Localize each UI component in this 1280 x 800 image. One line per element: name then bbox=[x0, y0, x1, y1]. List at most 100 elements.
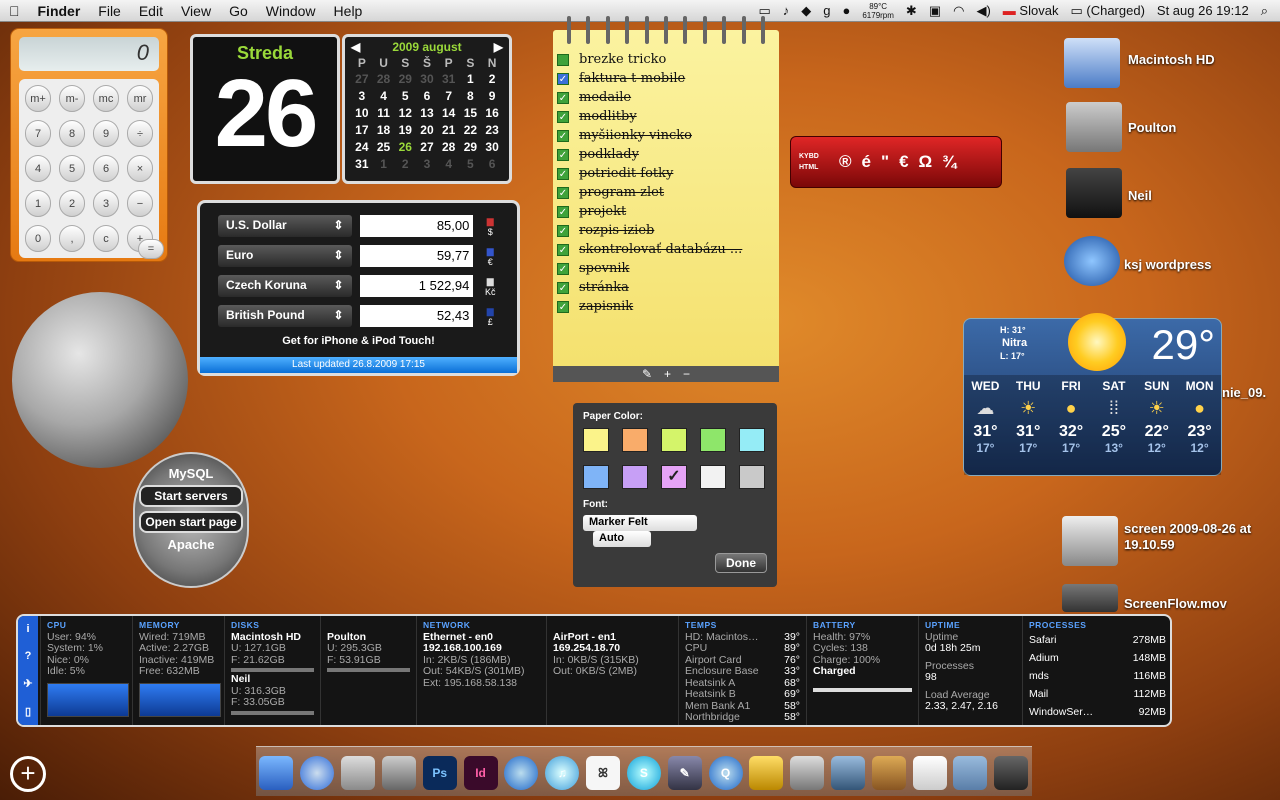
iphoto-icon[interactable] bbox=[831, 756, 865, 790]
phone-icon[interactable]: ▯ bbox=[25, 705, 31, 718]
todo-item[interactable]: ✓ skontrolovať databázu ... bbox=[557, 240, 779, 259]
desktop-label[interactable]: ksj wordpress bbox=[1124, 257, 1211, 272]
checkbox-checked[interactable]: ✓ bbox=[557, 167, 569, 180]
currency-amount-input[interactable]: 85,00 bbox=[359, 215, 474, 237]
checkbox[interactable] bbox=[557, 53, 569, 66]
temp-readout[interactable]: 89°C 6179rpm bbox=[862, 2, 894, 20]
currency-amount-input[interactable]: 52,43 bbox=[359, 305, 474, 327]
quicktime-icon[interactable] bbox=[504, 756, 539, 790]
key-5[interactable]: 5 bbox=[59, 155, 85, 182]
key-0[interactable]: 0 bbox=[25, 225, 51, 252]
rabbit-icon[interactable]: ꕤ bbox=[586, 756, 621, 790]
language-menu[interactable]: ▬ Slovak bbox=[1003, 3, 1059, 18]
checkbox-checked[interactable]: ✓ bbox=[557, 281, 569, 294]
external-drive-icon[interactable] bbox=[1066, 168, 1122, 218]
desktop-label[interactable]: ScreenFlow.mov bbox=[1124, 596, 1227, 611]
battery-menu[interactable]: ▭ (Charged) bbox=[1070, 3, 1144, 19]
menu-finder[interactable]: Finder bbox=[29, 3, 90, 19]
add-widget-button[interactable]: + bbox=[10, 756, 46, 792]
checkbox-checked[interactable]: ✓ bbox=[557, 205, 569, 218]
spotlight-icon[interactable]: ⌕ bbox=[1261, 3, 1268, 19]
char-button[interactable]: " bbox=[881, 152, 889, 172]
globe-icon[interactable] bbox=[1064, 236, 1120, 286]
currency-amount-input[interactable]: 59,77 bbox=[359, 245, 474, 267]
desktop-label[interactable]: nie_09. bbox=[1222, 385, 1266, 400]
volume-icon[interactable]: ◀) bbox=[976, 3, 990, 19]
indesign-icon[interactable]: Id bbox=[463, 756, 498, 790]
itunes-icon[interactable]: ♫ bbox=[545, 756, 580, 790]
safari-icon[interactable] bbox=[300, 756, 335, 790]
add-icon[interactable]: + bbox=[664, 367, 671, 381]
currency-select[interactable]: U.S. Dollar ⇕ bbox=[218, 215, 352, 237]
char-button[interactable]: é bbox=[862, 152, 871, 172]
horse-icon[interactable] bbox=[871, 756, 906, 790]
todo-item[interactable]: brezke tricko bbox=[557, 50, 779, 69]
transmit-icon[interactable] bbox=[749, 756, 784, 790]
movie-file-icon[interactable] bbox=[1062, 584, 1118, 612]
key-8[interactable]: 8 bbox=[59, 120, 85, 147]
checkbox-checked[interactable]: ✓ bbox=[557, 300, 569, 313]
desktop-label[interactable]: Macintosh HD bbox=[1128, 52, 1215, 67]
swatch-green[interactable] bbox=[700, 428, 726, 452]
finder-icon[interactable] bbox=[259, 756, 294, 790]
checkbox-checked[interactable]: ✓ bbox=[557, 262, 569, 275]
bluetooth-icon[interactable]: ✱ bbox=[906, 3, 917, 19]
key-mminus[interactable]: m- bbox=[59, 85, 85, 112]
swatch-purple[interactable] bbox=[622, 465, 648, 489]
key-6[interactable]: 6 bbox=[93, 155, 119, 182]
menu-help[interactable]: Help bbox=[325, 3, 372, 19]
swatch-orange[interactable] bbox=[622, 428, 648, 452]
size-select[interactable]: Auto bbox=[593, 531, 651, 547]
key-3[interactable]: 3 bbox=[93, 190, 119, 217]
todo-item[interactable]: ✓ modlitby bbox=[557, 107, 779, 126]
swatch-yellow[interactable] bbox=[583, 428, 609, 452]
info-icon[interactable]: i bbox=[26, 623, 29, 635]
ical-icon[interactable] bbox=[381, 756, 416, 790]
edit-icon[interactable]: ✎ bbox=[642, 367, 652, 381]
key-mc[interactable]: mc bbox=[93, 85, 119, 112]
checkbox-checked[interactable]: ✓ bbox=[557, 91, 569, 104]
done-button[interactable]: Done bbox=[715, 553, 767, 573]
desktop-label[interactable]: screen 2009-08-26 at bbox=[1124, 521, 1251, 536]
todo-item[interactable]: ✓ stránka bbox=[557, 278, 779, 297]
todo-item[interactable]: ✓ zapisnik bbox=[557, 297, 779, 316]
key-multiply[interactable]: × bbox=[127, 155, 153, 182]
skype-icon[interactable]: S bbox=[626, 756, 661, 790]
google-icon[interactable]: g bbox=[823, 3, 830, 18]
todo-item[interactable]: ✓ myšiienky vincko bbox=[557, 126, 779, 145]
display-icon[interactable]: ▣ bbox=[929, 3, 941, 19]
key-4[interactable]: 4 bbox=[25, 155, 51, 182]
font-select[interactable]: Marker Felt bbox=[583, 515, 697, 531]
key-clear[interactable]: c bbox=[93, 225, 119, 252]
char-button[interactable]: ® bbox=[839, 152, 852, 172]
swatch-cyan[interactable] bbox=[739, 428, 765, 452]
dropbox-icon[interactable]: ◆ bbox=[801, 3, 811, 19]
preview-icon[interactable] bbox=[790, 756, 825, 790]
pen-tool-icon[interactable]: ✎ bbox=[667, 756, 702, 790]
checkbox-checked[interactable]: ✓ bbox=[557, 186, 569, 199]
monkey-icon[interactable]: ● bbox=[842, 3, 850, 18]
help-icon[interactable]: ? bbox=[25, 650, 32, 662]
checkbox-checked[interactable]: ✓ bbox=[557, 243, 569, 256]
key-mr[interactable]: mr bbox=[127, 85, 153, 112]
todo-item[interactable]: ✓ projekt bbox=[557, 202, 779, 221]
trash-icon[interactable] bbox=[994, 756, 1029, 790]
swatch-pink-selected[interactable]: ✓ bbox=[661, 465, 687, 489]
char-button[interactable]: Ω bbox=[919, 152, 933, 172]
todo-item[interactable]: ✓ faktura t-mobile bbox=[557, 69, 779, 88]
documents-folder-icon[interactable] bbox=[953, 756, 988, 790]
key-comma[interactable]: , bbox=[59, 225, 85, 252]
checkbox-checked[interactable]: ✓ bbox=[557, 129, 569, 142]
desktop-label[interactable]: Neil bbox=[1128, 188, 1152, 203]
todo-item[interactable]: ✓ potriedit fotky bbox=[557, 164, 779, 183]
checkbox-checked[interactable]: ✓ bbox=[557, 110, 569, 123]
desktop-label[interactable]: 19.10.59 bbox=[1124, 537, 1175, 552]
char-button[interactable]: ¾ bbox=[942, 152, 956, 172]
clock[interactable]: St aug 26 19:12 bbox=[1157, 3, 1249, 18]
todo-item[interactable]: ✓ program zlet bbox=[557, 183, 779, 202]
photoshop-icon[interactable]: Ps bbox=[422, 756, 457, 790]
menu-edit[interactable]: Edit bbox=[130, 3, 172, 19]
key-minus[interactable]: − bbox=[127, 190, 153, 217]
textedit-icon[interactable] bbox=[912, 756, 947, 790]
drive-icon[interactable] bbox=[1066, 102, 1122, 152]
